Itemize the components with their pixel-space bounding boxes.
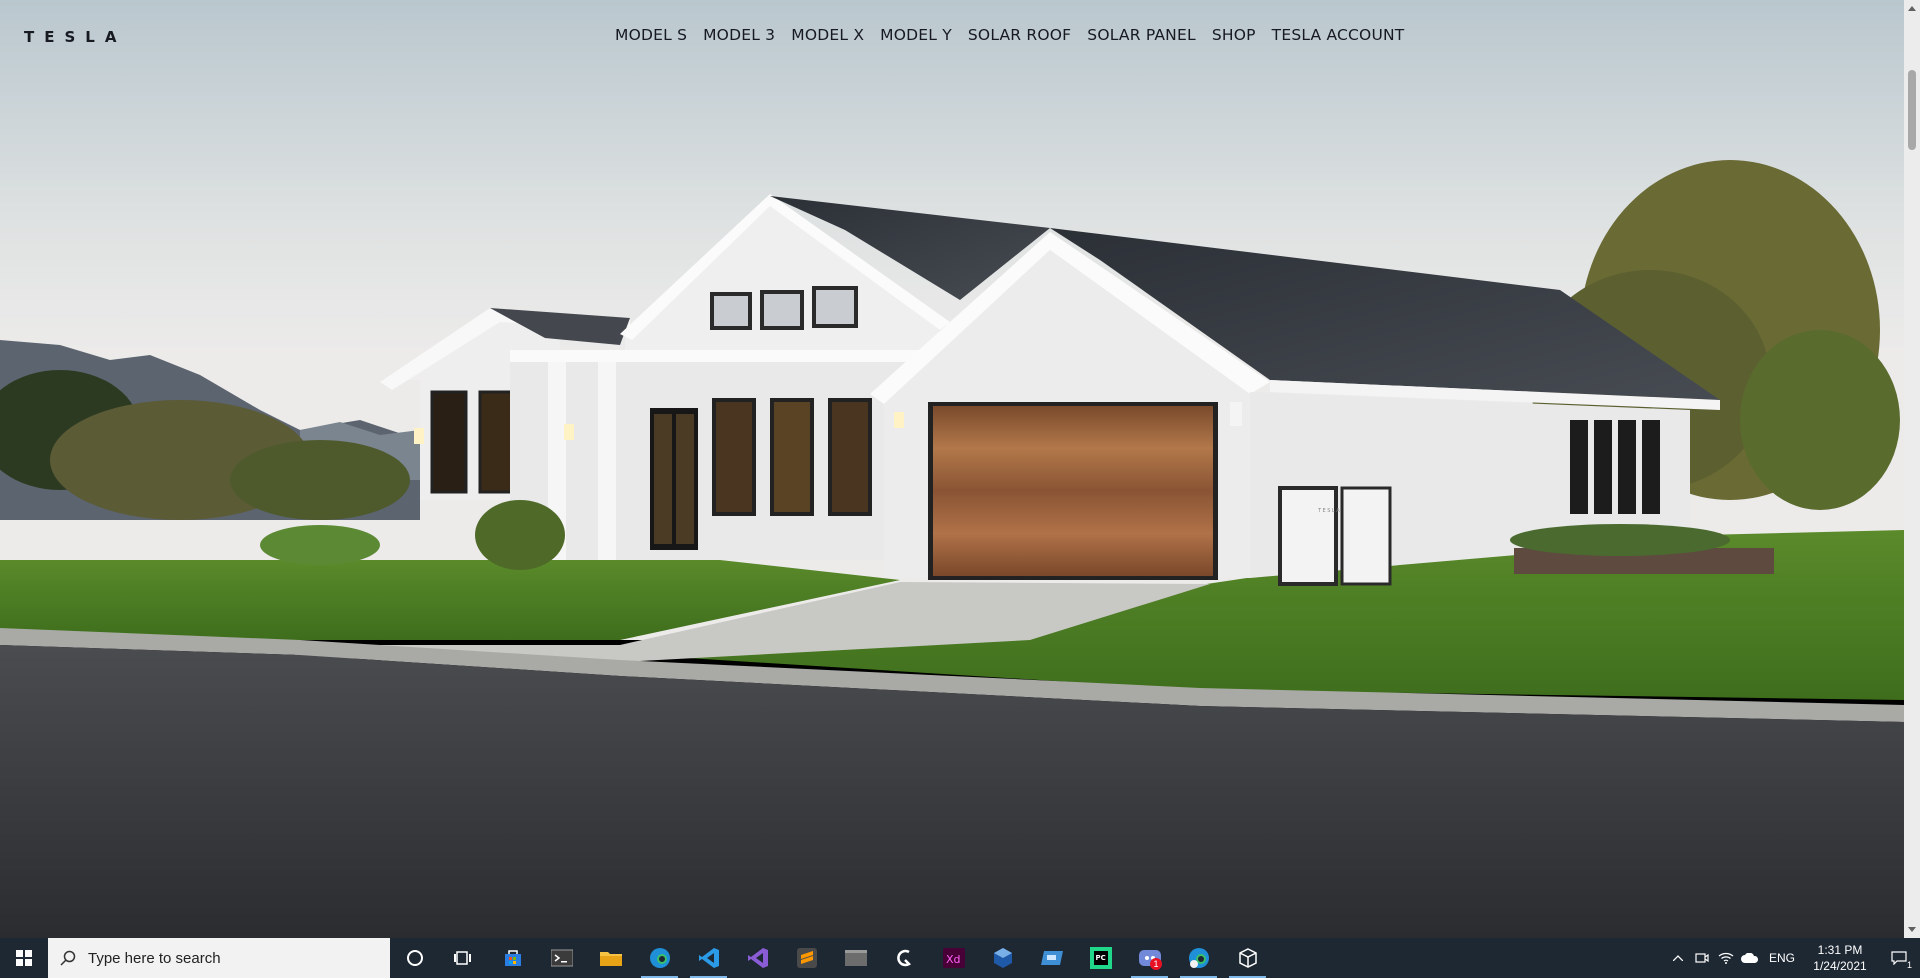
nav-shop[interactable]: SHOP: [1204, 26, 1264, 44]
remote-desktop-icon[interactable]: [1027, 938, 1076, 978]
powerwall-label: TESLA: [1317, 508, 1341, 514]
nav-model-y[interactable]: MODEL Y: [872, 26, 960, 44]
tesla-logo[interactable]: TESLA: [24, 28, 126, 46]
page-scrollbar[interactable]: [1904, 0, 1920, 938]
site-header: TESLA MODEL S MODEL 3 MODEL X MODEL Y SO…: [0, 0, 1904, 72]
clock-date: 1/24/2021: [1813, 959, 1867, 973]
file-explorer-icon[interactable]: [586, 938, 635, 978]
chevron-up-icon[interactable]: [1666, 938, 1690, 978]
notification-count: 1: [1906, 960, 1912, 970]
scroll-thumb[interactable]: [1908, 70, 1916, 150]
nav-solar-roof[interactable]: SOLAR ROOF: [960, 26, 1079, 44]
nav-tesla-account[interactable]: TESLA ACCOUNT: [1264, 26, 1413, 44]
svg-text:Xd: Xd: [946, 953, 961, 966]
nav-model-x[interactable]: MODEL X: [783, 26, 872, 44]
onedrive-icon[interactable]: [1738, 938, 1762, 978]
taskbar-search[interactable]: Type here to search: [48, 938, 390, 978]
taskbar-clock[interactable]: 1:31 PM 1/24/2021: [1802, 942, 1878, 974]
search-placeholder: Type here to search: [88, 949, 221, 967]
system-tray: ENG 1:31 PM 1/24/2021 1: [1666, 938, 1920, 978]
edge-icon[interactable]: [635, 938, 684, 978]
scroll-up-icon[interactable]: [1904, 0, 1920, 16]
edge-beta-icon[interactable]: [1174, 938, 1223, 978]
xd-icon[interactable]: Xd: [929, 938, 978, 978]
box-icon[interactable]: [1223, 938, 1272, 978]
main-nav: MODEL S MODEL 3 MODEL X MODEL Y SOLAR RO…: [607, 26, 1412, 44]
windows-taskbar: Type here to search Xd PC 1 ENG 1:31 PM …: [0, 938, 1920, 978]
language-indicator[interactable]: ENG: [1762, 951, 1802, 965]
meeting-icon[interactable]: [1690, 938, 1714, 978]
pycharm-icon[interactable]: PC: [1076, 938, 1125, 978]
windows-logo-icon: [16, 950, 32, 966]
store-icon[interactable]: [488, 938, 537, 978]
svg-text:PC: PC: [1095, 954, 1105, 962]
cortana-icon[interactable]: [390, 938, 439, 978]
nav-model-s[interactable]: MODEL S: [607, 26, 695, 44]
start-button[interactable]: [0, 938, 48, 978]
wifi-icon[interactable]: [1714, 938, 1738, 978]
clock-time: 1:31 PM: [1817, 943, 1863, 957]
terminal-icon[interactable]: [537, 938, 586, 978]
search-icon: [60, 950, 76, 966]
hero-image: TESLA: [0, 0, 1920, 938]
sublime-icon[interactable]: [782, 938, 831, 978]
nav-solar-panel[interactable]: SOLAR PANEL: [1079, 26, 1204, 44]
notification-center-icon[interactable]: 1: [1878, 938, 1920, 978]
browser-page: TESLA TESLA MODEL S MODEL 3 MODEL X MODE…: [0, 0, 1920, 938]
window-icon[interactable]: [831, 938, 880, 978]
virtualbox-icon[interactable]: [978, 938, 1027, 978]
app-icon[interactable]: [880, 938, 929, 978]
vscode-icon[interactable]: [684, 938, 733, 978]
discord-badge: 1: [1150, 958, 1162, 970]
visual-studio-icon[interactable]: [733, 938, 782, 978]
discord-icon[interactable]: 1: [1125, 938, 1174, 978]
nav-model-3[interactable]: MODEL 3: [695, 26, 783, 44]
scroll-down-icon[interactable]: [1904, 922, 1920, 938]
task-view-icon[interactable]: [439, 938, 488, 978]
